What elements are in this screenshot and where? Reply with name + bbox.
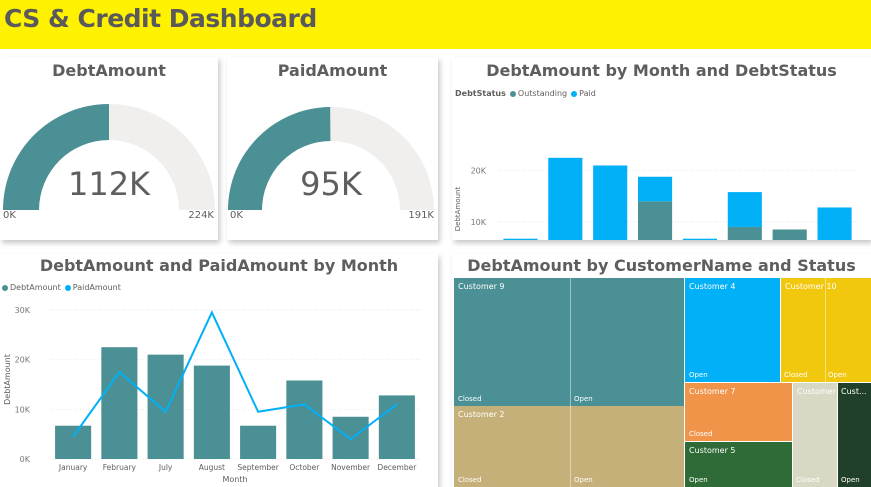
y-tick-label: 20K (15, 356, 31, 365)
tile-status-label: Open (689, 371, 708, 379)
gauge-value: 95K (300, 165, 363, 203)
debt-by-month-status-card[interactable]: DebtAmount by Month and DebtStatus DebtS… (452, 57, 871, 240)
bar-paid[interactable] (593, 165, 628, 240)
x-tick-label: February (103, 463, 137, 472)
bar-outstanding[interactable] (727, 226, 762, 240)
combo-chart: 0K 10K 20K 30K DebtAmount January February July… (3, 306, 420, 484)
tile-status-label: Open (574, 476, 593, 484)
y-tick-label: 0K (20, 455, 31, 464)
y-axis-label: DebtAmount (3, 354, 12, 405)
tile-divider (825, 278, 826, 382)
tile-label: Customer 9 (458, 282, 505, 291)
debt-amount-gauge-card[interactable]: DebtAmount 112K 0K 224K (0, 57, 218, 240)
tile-label: Customer 4 (689, 282, 736, 291)
tile-status-label: Open (828, 371, 847, 379)
bar-debtamount[interactable] (193, 365, 230, 459)
y-tick-label: 20K (471, 167, 487, 176)
treemap-tile-customer-9[interactable]: Customer 9 Closed Open (454, 278, 684, 406)
tile-status-label: Open (574, 395, 593, 403)
debt-paid-by-month-card[interactable]: DebtAmount and PaidAmount by Month DebtA… (0, 254, 438, 487)
bar-outstanding[interactable] (772, 229, 807, 240)
x-tick-label: December (377, 463, 417, 472)
bar-paid[interactable] (503, 238, 538, 240)
bar-paid[interactable] (727, 192, 762, 227)
tile-label: Customer 5 (689, 446, 736, 455)
x-tick-label: July (158, 463, 173, 472)
tile-divider (570, 278, 571, 406)
x-axis-label: Month (222, 475, 247, 484)
gauge-max-label: 191K (408, 210, 434, 221)
treemap-tile-customer-7[interactable]: Customer 7 Closed (685, 383, 792, 441)
treemap-tile-customer-2[interactable]: Customer 2 Closed Open (454, 406, 684, 487)
tile-status-label: Closed (784, 371, 808, 379)
treemap-tile-customer-other[interactable]: Cust... Open (838, 383, 871, 487)
tile-status-label: Closed (796, 476, 820, 484)
tile-status-label: Open (689, 476, 708, 484)
y-axis-label: DebtAmount (454, 187, 462, 232)
bar-debtamount[interactable] (101, 347, 138, 459)
tile-status-label: Closed (689, 430, 713, 438)
treemap-tile-customer-3[interactable]: Customer 3 Closed (793, 383, 837, 487)
y-tick-label: 30K (15, 306, 31, 315)
bar-paid[interactable] (682, 238, 717, 240)
gauge-value: 112K (68, 165, 151, 203)
tile-label: Customer 10 (785, 282, 837, 291)
gauge-max-label: 224K (188, 210, 214, 221)
x-tick-label: January (58, 463, 88, 472)
paid-amount-gauge-card[interactable]: PaidAmount 95K 0K 191K (227, 57, 438, 240)
y-tick-label: 10K (15, 405, 31, 414)
bar-debtamount[interactable] (147, 354, 184, 459)
x-tick-label: September (237, 463, 279, 472)
tile-label: Customer 2 (458, 410, 505, 419)
x-tick-label: August (199, 463, 225, 472)
tile-status-label: Open (841, 476, 860, 484)
treemap-tile-customer-4[interactable]: Customer 4 Open (685, 278, 780, 382)
treemap-tile-customer-10[interactable]: Customer 10 Closed Open (781, 278, 871, 382)
header-banner: CS & Credit Dashboard (0, 0, 871, 49)
debt-amount-gauge: 112K 0K 224K (3, 104, 215, 221)
tile-label: Customer 3 (797, 387, 837, 396)
tile-label: Cust... (841, 387, 867, 396)
tile-status-label: Closed (458, 476, 482, 484)
dashboard-title: CS & Credit Dashboard (4, 4, 317, 33)
bar-debtamount[interactable] (240, 425, 277, 459)
bar-debtamount[interactable] (55, 425, 92, 459)
bar-outstanding[interactable] (638, 201, 673, 240)
treemap-tile-customer-5[interactable]: Customer 5 Open (685, 442, 792, 487)
bar-debtamount[interactable] (286, 380, 323, 459)
tile-status-label: Closed (458, 395, 482, 403)
x-tick-label: November (331, 463, 371, 472)
bar-paid[interactable] (638, 176, 673, 202)
tile-divider (570, 406, 571, 487)
gauge-min-label: 0K (230, 210, 243, 221)
bar-paid[interactable] (817, 207, 852, 240)
bar-paid[interactable] (548, 157, 583, 240)
gauge-min-label: 0K (3, 210, 16, 221)
y-tick-label: 10K (471, 218, 487, 227)
debt-by-customer-treemap-card[interactable]: DebtAmount by CustomerName and Status Cu… (452, 254, 871, 487)
chart-title: DebtAmount by CustomerName and Status (467, 256, 856, 275)
stacked-bar-chart: 0K10K20KDebtAmountJanuaryFebruaryJulyAug… (454, 157, 857, 240)
tile-label: Customer 7 (689, 387, 736, 396)
paid-amount-gauge: 95K 0K 191K (228, 107, 434, 221)
x-tick-label: October (289, 463, 320, 472)
